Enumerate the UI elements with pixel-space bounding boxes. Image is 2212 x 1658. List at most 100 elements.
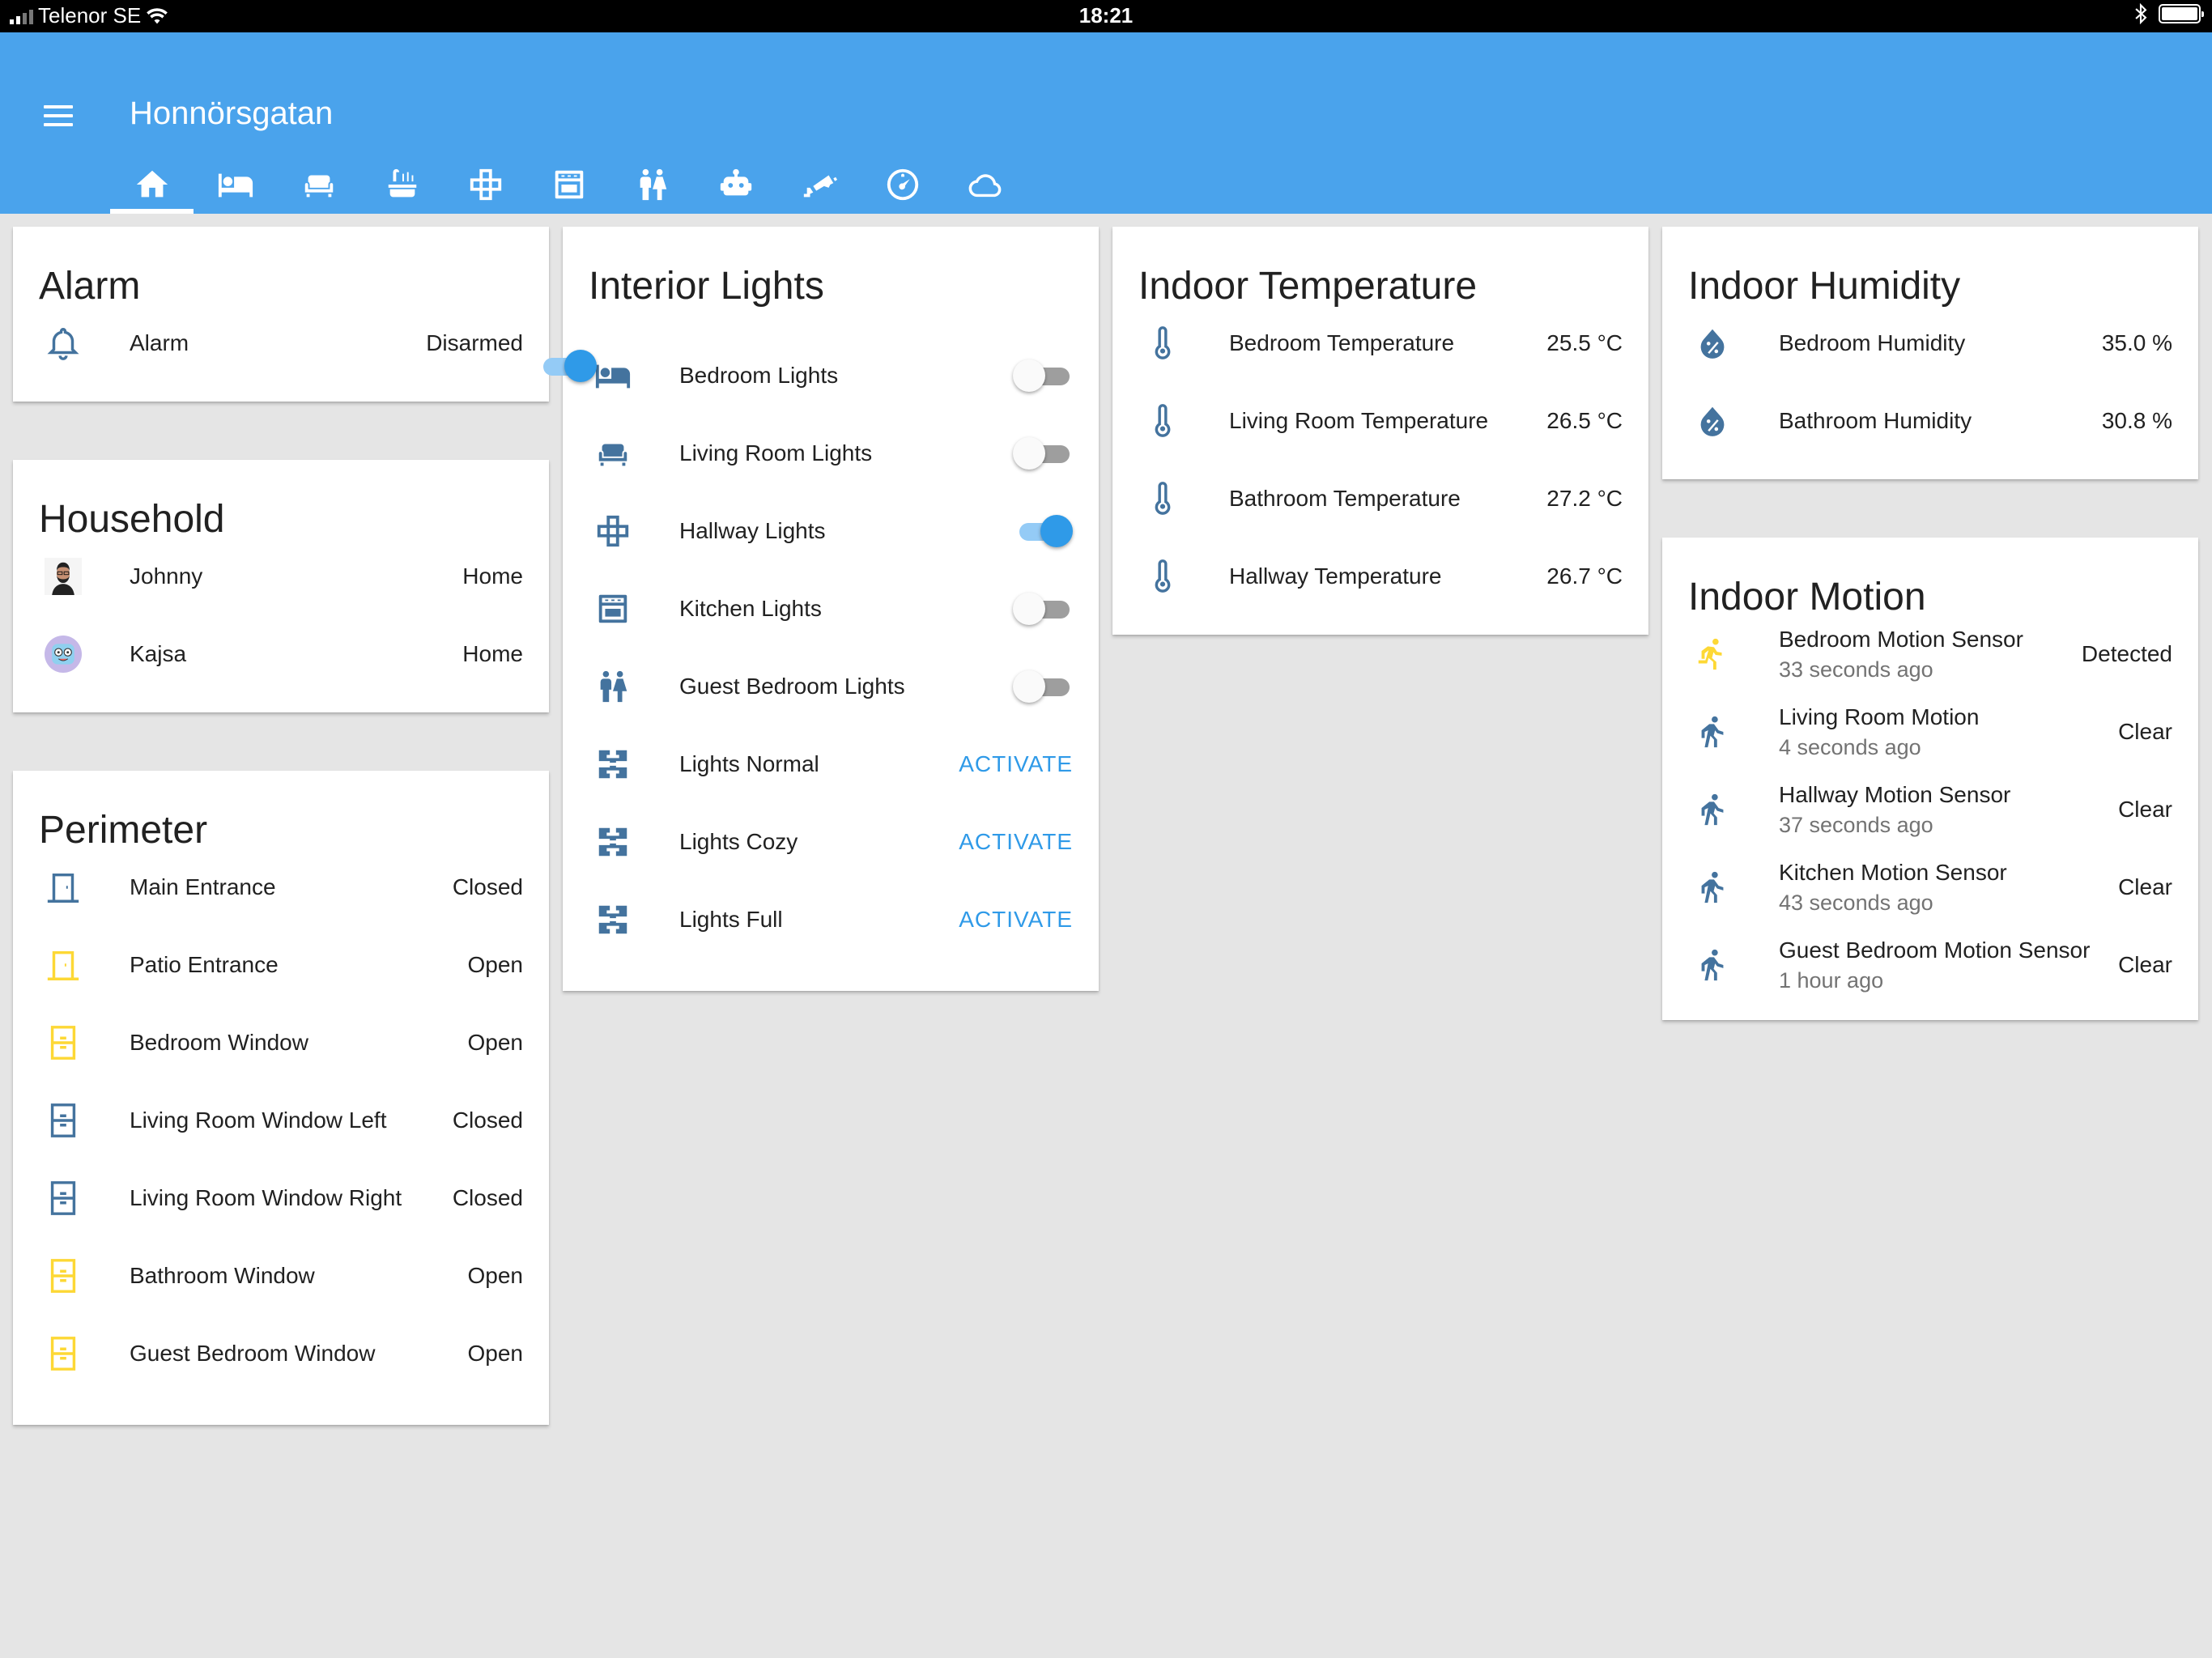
interior-lights-card: Interior Lights Bedroom Lights Living Ro… [543,227,1099,991]
tab-weather[interactable] [944,155,1027,214]
thermometer-icon [1138,397,1187,445]
avatar-slot [39,552,87,601]
walk-icon [1688,941,1737,989]
sensor-state: Open [467,952,524,977]
avatar-kajsa [39,622,87,687]
walk-icon [1688,863,1737,912]
sensor-value: 27.2 °C [1546,486,1623,511]
person-row[interactable]: Kajsa Home [13,615,549,693]
sensor-row[interactable]: Guest Bedroom Window Open [13,1315,549,1392]
alarm-state: Disarmed [426,330,523,355]
sensor-name: Patio Entrance [130,952,279,977]
tab-cameras[interactable] [777,155,861,214]
door-closed-icon [39,863,87,912]
light-name: Kitchen Lights [679,596,822,621]
sensor-state: Open [467,1341,524,1366]
stove-icon [555,170,583,199]
human-male-female-icon [640,168,666,201]
sensor-row[interactable]: Hallway Temperature 26.7 °C [1112,538,1648,615]
tab-kitchen[interactable] [527,155,610,214]
activate-button[interactable]: ACTIVATE [959,751,1073,777]
sensor-name: Living Room Temperature [1229,408,1489,433]
tab-bedroom[interactable] [194,155,277,214]
tab-hallway[interactable] [444,155,527,214]
alarm-name: Alarm [130,330,189,355]
card-title: Perimeter [39,809,208,852]
person-row[interactable]: Johnny Home [13,538,549,615]
tab-home[interactable] [110,155,194,214]
scene-icon [589,895,637,944]
motion-text: Bedroom Motion Sensor 33 seconds ago [1779,627,2082,682]
window-open-icon [39,1329,87,1378]
gauge-icon [887,168,918,201]
hallway-icon [470,168,501,201]
bell-icon [39,319,87,368]
card-title: Interior Lights [589,265,824,308]
sensor-name: Kitchen Motion Sensor [1779,859,2007,885]
water-percent-icon [1688,397,1737,445]
sensor-name: Hallway Temperature [1229,563,1442,589]
scene-row: Lights Full ACTIVATE [563,881,1099,959]
motion-row[interactable]: Bedroom Motion Sensor 33 seconds ago Det… [1662,615,2198,693]
activate-button[interactable]: ACTIVATE [959,829,1073,855]
tab-system[interactable] [861,155,944,214]
sensor-state: Detected [2081,641,2172,666]
sensor-row[interactable]: Bathroom Temperature 27.2 °C [1112,460,1648,538]
sensor-value: 30.8 % [2101,408,2172,433]
sensor-row[interactable]: Bedroom Window Open [13,1004,549,1082]
robot-icon [720,168,751,196]
door-open-icon [39,941,87,989]
sensor-row[interactable]: Bathroom Humidity 30.8 % [1662,382,2198,460]
scene-name: Lights Cozy [679,829,798,854]
menu-icon[interactable] [44,105,73,126]
motion-row[interactable]: Guest Bedroom Motion Sensor 1 hour ago C… [1662,926,2198,1004]
light-toggle[interactable] [1013,670,1073,703]
sensor-row[interactable]: Living Room Window Left Closed [13,1082,549,1159]
sensor-row[interactable]: Main Entrance Closed [13,848,549,926]
light-name: Living Room Lights [679,440,873,466]
stove-icon [589,585,637,633]
window-closed-icon [39,1096,87,1145]
sensor-name: Main Entrance [130,874,276,899]
activate-button[interactable]: ACTIVATE [959,907,1073,933]
light-row: Kitchen Lights [563,570,1099,648]
sensor-row[interactable]: Bedroom Humidity 35.0 % [1662,304,2198,382]
person-state: Home [462,563,523,589]
sensor-row[interactable]: Living Room Temperature 26.5 °C [1112,382,1648,460]
sensor-state: Open [467,1263,524,1288]
motion-row[interactable]: Hallway Motion Sensor 37 seconds ago Cle… [1662,771,2198,848]
light-toggle[interactable] [1013,593,1073,625]
sensor-row[interactable]: Patio Entrance Open [13,926,549,1004]
human-male-female-icon [589,662,637,711]
sensor-row[interactable]: Living Room Window Right Closed [13,1159,549,1237]
tab-robot[interactable] [694,155,777,214]
light-toggle[interactable] [1013,515,1073,547]
sensor-row[interactable]: Bathroom Window Open [13,1237,549,1315]
sensor-state: Closed [452,874,523,899]
sensor-value: 35.0 % [2101,330,2172,355]
bluetooth-icon [2135,3,2147,24]
sensor-row[interactable]: Bedroom Temperature 25.5 °C [1112,304,1648,382]
motion-row[interactable]: Living Room Motion 4 seconds ago Clear [1662,693,2198,771]
water-percent-icon [1688,319,1737,368]
last-changed: 33 seconds ago [1779,657,1933,682]
light-toggle[interactable] [1013,437,1073,470]
tab-bathroom[interactable] [360,155,444,214]
tab-living-room[interactable] [277,155,360,214]
last-changed: 4 seconds ago [1779,734,1921,759]
motion-row[interactable]: Kitchen Motion Sensor 43 seconds ago Cle… [1662,848,2198,926]
bed-icon [218,173,253,198]
person-state: Home [462,641,523,666]
sensor-state: Clear [2118,952,2172,977]
group-toggle[interactable] [537,350,597,382]
alarm-row[interactable]: Alarm Disarmed [13,304,549,382]
walk-icon [1688,708,1737,756]
view-tabs [110,155,1027,214]
avatar-johnny [39,544,87,609]
tab-guest-bedroom[interactable] [610,155,694,214]
thermometer-icon [1138,474,1187,523]
card-title: Alarm [39,265,141,308]
app-title: Honnörsgatan [130,96,334,131]
light-toggle[interactable] [1013,359,1073,392]
sofa-icon [589,429,637,478]
